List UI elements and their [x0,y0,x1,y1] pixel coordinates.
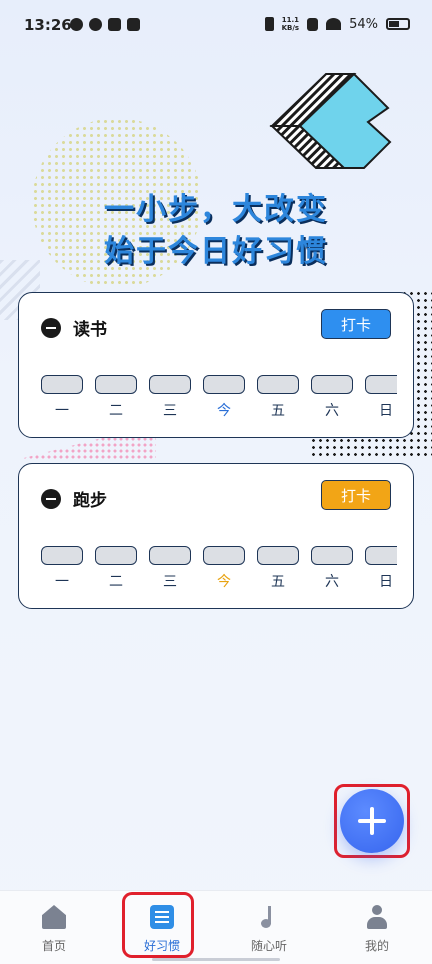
battery-text: 54% [349,16,378,32]
day-box [311,546,353,565]
gesture-home-bar[interactable] [152,958,280,961]
nav-highlight-box [122,892,194,958]
week-days: 一 二 三 今 五 六 日 [41,546,397,596]
day-box [257,375,299,394]
day-label-today: 今 [217,574,231,590]
day-label: 三 [163,574,177,590]
day-label-today: 今 [217,403,231,419]
checkin-button[interactable]: 打卡 [321,480,391,510]
nav-item-home[interactable]: 首页 [14,905,94,954]
day-slot[interactable]: 二 [95,546,137,591]
day-box [203,375,245,394]
day-box [311,375,353,394]
habit-card: 读书 打卡 一 二 三 今 五 六 日 [18,292,414,438]
day-slot[interactable]: 日 [365,546,397,591]
bottom-nav: 首页 好习惯 随心听 我的 [0,890,432,964]
notification-icons [70,18,140,31]
day-label: 五 [271,574,285,590]
day-slot[interactable]: 日 [365,375,397,420]
crown-icon [70,18,83,31]
day-box [149,546,191,565]
battery-icon [386,18,410,30]
slogan-line-1: 一小步，大改变 [104,192,328,227]
day-slot[interactable]: 五 [257,375,299,420]
nav-item-music[interactable]: 随心听 [229,905,309,954]
day-slot[interactable]: 三 [149,375,191,420]
habit-title: 跑步 [73,491,107,511]
day-slot[interactable]: 三 [149,546,191,591]
day-box [203,546,245,565]
day-label: 日 [379,574,393,590]
day-label: 三 [163,403,177,419]
remove-habit-icon[interactable] [41,488,61,509]
status-right: 11.1 KB/s 54% [264,16,410,32]
day-slot[interactable]: 一 [41,375,83,420]
day-label: 二 [109,574,123,590]
mail-icon [108,18,121,31]
day-box [41,375,83,394]
checkin-button[interactable]: 打卡 [321,309,391,339]
day-box [41,546,83,565]
slogan-line-2: 始于今日好习惯 [104,234,328,269]
day-label: 二 [109,403,123,419]
day-label: 一 [55,574,69,590]
net-speed-unit: KB/s [281,24,300,32]
status-bar: 13:26 11.1 KB/s 54% [0,0,432,52]
user-icon [365,905,389,929]
wifi-icon [326,18,342,30]
day-box [365,375,397,394]
day-slot[interactable]: 六 [311,546,353,591]
net-speed: 11.1 KB/s [282,16,299,32]
day-box [365,546,397,565]
habit-header: 读书 [41,315,107,340]
banner-logo-icon [269,72,392,169]
habit-title: 读书 [73,320,107,340]
status-time: 13:26 [24,16,72,34]
day-box [95,546,137,565]
plus-icon [358,807,386,835]
day-slot[interactable]: 二 [95,375,137,420]
day-box [95,375,137,394]
app-notification-icon [89,18,102,31]
day-box [257,546,299,565]
week-days: 一 二 三 今 五 六 日 [41,375,397,425]
day-label: 六 [325,574,339,590]
day-label: 日 [379,403,393,419]
play-icon [127,18,140,31]
habit-header: 跑步 [41,486,107,511]
home-icon [42,905,66,929]
nav-item-profile[interactable]: 我的 [337,905,417,954]
day-slot[interactable]: 一 [41,546,83,591]
day-label: 一 [55,403,69,419]
nav-label: 随心听 [250,939,287,953]
vibrate-icon [264,17,274,31]
day-box [149,375,191,394]
add-habit-button[interactable] [340,789,404,853]
sim-off-icon [307,17,319,31]
day-slot[interactable]: 六 [311,375,353,420]
day-slot-today[interactable]: 今 [203,546,245,591]
day-slot-today[interactable]: 今 [203,375,245,420]
day-label: 六 [325,403,339,419]
day-label: 五 [271,403,285,419]
remove-habit-icon[interactable] [41,317,61,338]
net-speed-value: 11.1 [281,16,299,24]
nav-label: 我的 [364,939,389,953]
music-note-icon [257,905,281,929]
habit-card: 跑步 打卡 一 二 三 今 五 六 日 [18,463,414,609]
nav-label: 首页 [41,939,66,953]
day-slot[interactable]: 五 [257,546,299,591]
